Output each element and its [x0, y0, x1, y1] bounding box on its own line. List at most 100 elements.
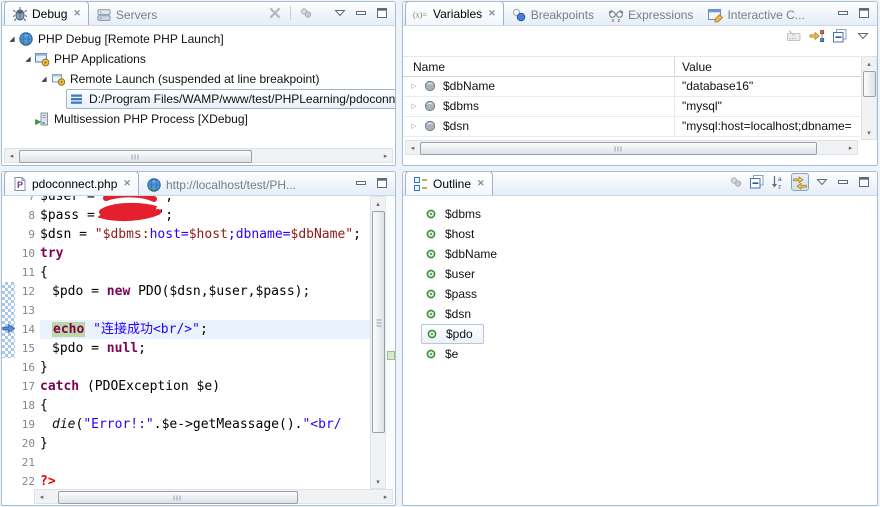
code-line-17[interactable]: 17catch (PDOException $e) — [15, 377, 370, 396]
line-number[interactable]: 21 — [15, 453, 40, 472]
debug-options-icon[interactable] — [298, 5, 314, 21]
line-number[interactable]: 8 — [15, 206, 40, 225]
expander-open-icon[interactable]: ◢ — [6, 35, 18, 43]
line-number[interactable]: 22 — [15, 472, 40, 489]
code-line-10[interactable]: 10try — [15, 244, 370, 263]
outline-item-e[interactable]: $e — [403, 344, 877, 364]
overview-ruler[interactable] — [385, 196, 395, 489]
editor-body[interactable]: 7$user = ' ';8$pass = ' ';9$dsn = "$dbms… — [2, 196, 395, 489]
tab-outline[interactable]: Outline ✕ — [405, 171, 493, 195]
annotation-marker[interactable] — [387, 351, 395, 360]
variable-row-dsn[interactable]: ▷ $dsn "mysql:host=localhost;dbname= — [403, 116, 860, 137]
collapse-all-icon[interactable] — [832, 28, 848, 44]
code-line-22[interactable]: 22?> — [15, 472, 370, 489]
tab-servers[interactable]: Servers — [89, 4, 164, 25]
code-line-21[interactable]: 21 — [15, 453, 370, 472]
scrollbar-thumb[interactable] — [372, 211, 385, 433]
close-icon[interactable]: ✕ — [123, 178, 131, 189]
scroll-right-icon[interactable]: ▸ — [844, 141, 857, 154]
line-number[interactable]: 15 — [15, 339, 40, 358]
outline-item-dbname[interactable]: $dbName — [403, 244, 877, 264]
outline-item-dbms[interactable]: $dbms — [403, 204, 877, 224]
scroll-left-icon[interactable]: ◂ — [406, 141, 419, 154]
minimize-icon[interactable] — [835, 174, 851, 190]
line-number[interactable]: 11 — [15, 263, 40, 282]
variable-row-dbname[interactable]: ▷ $dbName "database16" — [403, 76, 860, 97]
scroll-left-icon[interactable]: ◂ — [5, 149, 18, 162]
variable-row-dbms[interactable]: ▷ $dbms "mysql" — [403, 96, 860, 117]
scrollbar-thumb[interactable] — [863, 71, 876, 97]
expander-closed-icon[interactable]: ▷ — [408, 102, 420, 110]
maximize-icon[interactable] — [856, 174, 872, 190]
outline-item-dsn[interactable]: $dsn — [403, 304, 877, 324]
scrollbar-thumb[interactable] — [420, 142, 817, 155]
scrollbar-thumb[interactable] — [58, 491, 298, 504]
view-menu-icon[interactable] — [855, 28, 871, 44]
code-line-15[interactable]: 15$pdo = null; — [15, 339, 370, 358]
line-number[interactable]: 12 — [15, 282, 40, 301]
code-line-13[interactable]: 13 — [15, 301, 370, 320]
outline-item-pass[interactable]: $pass — [403, 284, 877, 304]
tree-item-php-debug[interactable]: ◢ PHP Debug [Remote PHP Launch] — [2, 29, 395, 49]
maximize-icon[interactable] — [374, 5, 390, 21]
code-line-19[interactable]: 19die("Error!:".$e->getMeassage()."<br/ — [15, 415, 370, 434]
outline-item-host[interactable]: $host — [403, 224, 877, 244]
editor-horizontal-scrollbar[interactable]: ◂ ▸ — [34, 489, 393, 504]
editor-vertical-scrollbar[interactable]: ▴ ▾ — [370, 196, 386, 489]
tree-item-php-applications[interactable]: ◢ PHP Applications — [2, 49, 395, 69]
show-logical-structure-icon[interactable] — [809, 28, 825, 44]
expander-open-icon[interactable]: ◢ — [38, 75, 50, 83]
tab-browser-localhost[interactable]: http://localhost/test/PH... — [139, 174, 303, 195]
tab-expressions[interactable]: xz Expressions — [601, 4, 700, 25]
code-line-20[interactable]: 20} — [15, 434, 370, 453]
tab-debug[interactable]: Debug ✕ — [4, 1, 89, 25]
code-line-12[interactable]: 12$pdo = new PDO($dsn,$user,$pass); — [15, 282, 370, 301]
code-line-7[interactable]: 7$user = ' '; — [15, 196, 370, 206]
minimize-icon[interactable] — [353, 175, 369, 191]
minimize-icon[interactable] — [835, 5, 851, 21]
tree-item-remote-launch[interactable]: ◢ Remote Launch (suspended at line break… — [2, 69, 395, 89]
line-number[interactable]: 9 — [15, 225, 40, 244]
tab-pdoconnect-php[interactable]: P pdoconnect.php ✕ — [4, 171, 139, 195]
line-number[interactable]: 7 — [15, 196, 40, 206]
outline-item-pdo[interactable]: $pdo — [403, 324, 877, 344]
outline-item-user[interactable]: $user — [403, 264, 877, 284]
close-icon[interactable]: ✕ — [477, 178, 485, 189]
tab-variables[interactable]: (x)= Variables ✕ — [405, 1, 504, 25]
column-header-value[interactable]: Value — [675, 60, 860, 74]
line-number[interactable]: 20 — [15, 434, 40, 453]
tree-item-multisession-process[interactable]: Multisession PHP Process [XDebug] — [2, 109, 395, 129]
collapse-all-icon[interactable] — [749, 174, 765, 190]
code-line-14[interactable]: 14echo "连接成功<br/>"; — [15, 320, 370, 339]
line-number[interactable]: 10 — [15, 244, 40, 263]
column-header-name[interactable]: Name — [403, 57, 675, 76]
line-number[interactable]: 13 — [15, 301, 40, 320]
scrollbar-thumb[interactable] — [19, 150, 252, 163]
expander-closed-icon[interactable]: ▷ — [408, 122, 420, 130]
close-icon[interactable]: ✕ — [73, 8, 81, 19]
minimize-icon[interactable] — [353, 5, 369, 21]
expander-closed-icon[interactable]: ▷ — [408, 82, 420, 90]
selected-stack-frame[interactable]: D:/Program Files/WAMP/www/test/PHPLearni… — [66, 89, 395, 109]
tab-breakpoints[interactable]: Breakpoints — [504, 4, 601, 25]
code-lines[interactable]: 7$user = ' ';8$pass = ' ';9$dsn = "$dbms… — [15, 196, 370, 489]
link-with-editor-icon[interactable] — [791, 173, 809, 191]
remove-terminated-icon[interactable] — [267, 5, 283, 21]
code-line-9[interactable]: 9$dsn = "$dbms:host=$host;dbname=$dbName… — [15, 225, 370, 244]
scroll-up-icon[interactable]: ▴ — [863, 57, 876, 70]
scroll-right-icon[interactable]: ▸ — [379, 490, 392, 503]
filters-icon[interactable] — [728, 174, 744, 190]
scroll-down-icon[interactable]: ▾ — [372, 475, 385, 488]
scroll-up-icon[interactable]: ▴ — [372, 197, 385, 210]
view-menu-icon[interactable] — [332, 5, 348, 21]
line-number[interactable]: 19 — [15, 415, 40, 434]
tab-interactive-console[interactable]: Interactive C... — [700, 4, 811, 25]
scroll-down-icon[interactable]: ▾ — [863, 126, 876, 139]
maximize-icon[interactable] — [374, 175, 390, 191]
code-line-16[interactable]: 16} — [15, 358, 370, 377]
maximize-icon[interactable] — [856, 5, 872, 21]
code-line-11[interactable]: 11{ — [15, 263, 370, 282]
line-number[interactable]: 16 — [15, 358, 40, 377]
code-line-18[interactable]: 18{ — [15, 396, 370, 415]
show-type-names-icon[interactable] — [786, 28, 802, 44]
